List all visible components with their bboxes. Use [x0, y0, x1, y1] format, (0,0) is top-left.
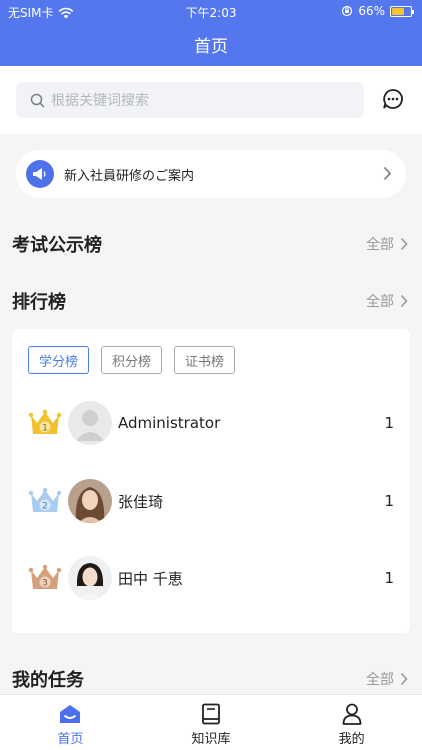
tab-credits[interactable]: 学分榜 [28, 346, 90, 374]
avatar [68, 556, 112, 600]
search-placeholder: 根据关键词搜索 [51, 93, 149, 109]
chevron-right-icon [400, 294, 408, 308]
avatar [68, 401, 112, 445]
tabbar-home-label: 首页 [57, 732, 84, 747]
tabbar-knowledge[interactable]: 知识库 [141, 695, 282, 750]
exam-section-title: 考试公示榜 [12, 235, 102, 256]
exam-section-header: 考试公示榜 全部 [12, 231, 408, 257]
avatar [68, 479, 112, 523]
rank-name: 田中 千恵 [118, 569, 183, 588]
orientation-lock-icon [342, 5, 353, 17]
megaphone-icon [26, 160, 54, 188]
ranking-section-header: 排行榜 全部 [12, 288, 408, 314]
crown-icon: 3 [28, 562, 62, 594]
rank-value: 1 [384, 414, 394, 432]
rank-value: 1 [384, 569, 394, 587]
rank-number: 3 [42, 579, 48, 589]
bottom-tab-bar: 首页 知识库 我的 [0, 694, 422, 750]
notice-banner[interactable]: 新入社員研修のご案内 [16, 150, 406, 198]
user-icon [342, 703, 362, 725]
message-icon[interactable] [381, 87, 405, 111]
ranking-more-link[interactable]: 全部 [366, 291, 408, 311]
home-icon [60, 705, 81, 723]
search-section: 根据关键词搜索 [0, 66, 422, 134]
tasks-more-link[interactable]: 全部 [366, 669, 408, 689]
search-input[interactable]: 根据关键词搜索 [16, 82, 364, 118]
crown-icon: 1 [28, 407, 62, 439]
book-icon [202, 703, 220, 725]
battery-percent: 66% [358, 4, 385, 18]
ranking-tabs: 学分榜 积分榜 证书榜 [28, 346, 236, 374]
ranking-card: 学分榜 积分榜 证书榜 1 Administrator 1 2 张佳琦 1 3 … [12, 329, 410, 633]
search-icon [30, 93, 45, 107]
chevron-right-icon [400, 672, 408, 686]
exam-more-label: 全部 [366, 237, 394, 253]
rank-name: 张佳琦 [118, 492, 164, 511]
status-bar: 无SIM卡 下午2:03 66% [0, 0, 422, 22]
battery-icon [390, 5, 414, 17]
rank-number: 2 [42, 502, 48, 512]
tasks-section-title: 我的任务 [12, 670, 84, 691]
ranking-row[interactable]: 1 Administrator 1 [28, 400, 394, 446]
ranking-more-label: 全部 [366, 294, 394, 310]
page-title: 首页 [194, 37, 228, 57]
chevron-right-icon [383, 166, 392, 181]
tasks-section-header: 我的任务 全部 [12, 666, 408, 692]
battery-fill [392, 7, 404, 15]
chevron-right-icon [400, 237, 408, 251]
exam-more-link[interactable]: 全部 [366, 234, 408, 254]
crown-icon: 2 [28, 485, 62, 517]
tabbar-profile-label: 我的 [338, 732, 365, 747]
tabbar-knowledge-label: 知识库 [191, 732, 231, 747]
tab-points[interactable]: 积分榜 [101, 346, 163, 374]
tasks-more-label: 全部 [366, 672, 394, 688]
rank-number: 1 [42, 424, 48, 434]
rank-name: Administrator [118, 414, 221, 432]
notice-text: 新入社員研修のご案内 [64, 168, 195, 184]
app-header: 无SIM卡 下午2:03 66% 首页 [0, 0, 422, 66]
tabbar-home[interactable]: 首页 [0, 695, 141, 750]
rank-value: 1 [384, 492, 394, 510]
ranking-row[interactable]: 2 张佳琦 1 [28, 478, 394, 524]
ranking-section-title: 排行榜 [12, 292, 66, 313]
tabbar-profile[interactable]: 我的 [281, 695, 422, 750]
tab-certificates[interactable]: 证书榜 [174, 346, 236, 374]
ranking-row[interactable]: 3 田中 千恵 1 [28, 555, 394, 601]
